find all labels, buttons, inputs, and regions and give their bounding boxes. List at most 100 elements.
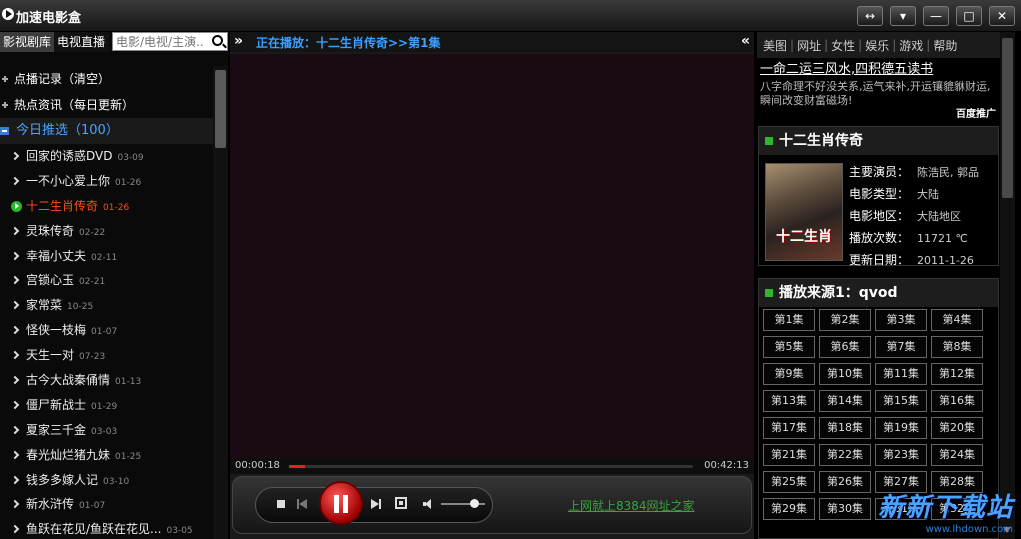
list-item[interactable]: 宫锁心玉 02-21 <box>0 268 213 293</box>
source-title: 播放来源1：qvod <box>779 285 898 301</box>
episode-button[interactable]: 第23集 <box>875 444 927 466</box>
scrollbar-thumb[interactable] <box>1002 38 1013 198</box>
search-box <box>112 32 228 51</box>
menu-button[interactable]: ▾ <box>890 6 916 26</box>
episode-button[interactable]: 第13集 <box>763 390 815 412</box>
list-item[interactable]: 古今大战秦俑情 01-13 <box>0 368 213 393</box>
nav-pictures[interactable]: 美图 <box>763 37 787 54</box>
video-area[interactable] <box>230 54 754 458</box>
episode-button[interactable]: 第22集 <box>819 444 871 466</box>
episode-button[interactable]: 第8集 <box>931 336 983 358</box>
ad-link[interactable]: 上网就上8384网址之家 <box>568 497 695 514</box>
nav-games[interactable]: 游戏 <box>899 37 923 54</box>
next-icon[interactable] <box>371 499 381 509</box>
episode-button[interactable]: 第20集 <box>931 417 983 439</box>
list-item[interactable]: 怪侠一枝梅 01-07 <box>0 318 213 343</box>
scrollbar-thumb[interactable] <box>215 70 226 148</box>
show-title-header: 十二生肖传奇 <box>759 127 998 155</box>
item-title: 僵尸新战士 <box>26 397 87 412</box>
episode-button[interactable]: 第17集 <box>763 417 815 439</box>
collapse-right-panel-button[interactable]: « <box>741 32 750 50</box>
episode-button[interactable]: 第6集 <box>819 336 871 358</box>
list-item[interactable]: 回家的诱惑DVD 03-09 <box>0 144 213 169</box>
episode-button[interactable]: 第2集 <box>819 309 871 331</box>
chevron-right-icon <box>10 276 20 285</box>
volume-icon[interactable] <box>423 499 433 509</box>
episode-button[interactable]: 第10集 <box>819 363 871 385</box>
nav-separator: | <box>790 38 795 52</box>
nav-help[interactable]: 帮助 <box>933 37 957 54</box>
episode-button[interactable]: 第25集 <box>763 471 815 493</box>
app-play-icon <box>2 8 14 20</box>
ad-title[interactable]: 一命二运三风水,四积德五读书 <box>760 62 1000 78</box>
episode-button[interactable]: 第18集 <box>819 417 871 439</box>
poster-title: 十二生肖 <box>776 229 832 245</box>
chevron-right-icon <box>10 475 20 484</box>
list-item-playing[interactable]: 十二生肖传奇 01-26 <box>0 194 213 219</box>
pin-button[interactable]: ↔ <box>857 6 883 26</box>
episode-button[interactable]: 第9集 <box>763 363 815 385</box>
meta-key: 播放次数： <box>849 231 910 245</box>
expand-left-panel-button[interactable]: » <box>234 32 243 50</box>
episode-button[interactable]: 第30集 <box>819 498 871 520</box>
source-header: 播放来源1：qvod <box>759 279 998 307</box>
list-item[interactable]: 新水浒传 01-07 <box>0 492 213 517</box>
search-icon[interactable] <box>212 35 223 46</box>
nav-sites[interactable]: 网址 <box>797 37 821 54</box>
list-item[interactable]: 钱多多嫁人记 03-10 <box>0 468 213 493</box>
previous-icon[interactable] <box>297 499 307 509</box>
episode-button[interactable]: 第26集 <box>819 471 871 493</box>
progress-track[interactable] <box>289 465 693 468</box>
list-item[interactable]: 灵珠传奇 02-22 <box>0 219 213 244</box>
close-button[interactable]: ✕ <box>989 6 1015 26</box>
list-item[interactable]: 一不小心爱上你 01-26 <box>0 169 213 194</box>
episode-button[interactable]: 第5集 <box>763 336 815 358</box>
list-item[interactable]: 幸福小丈夫 02-11 <box>0 244 213 269</box>
episode-button[interactable]: 第24集 <box>931 444 983 466</box>
maximize-button[interactable]: □ <box>956 6 982 26</box>
minimize-button[interactable]: — <box>923 6 949 26</box>
item-date: 01-07 <box>91 327 118 338</box>
episode-button[interactable]: 第15集 <box>875 390 927 412</box>
tab-video-library[interactable]: 影视剧库 <box>0 32 54 52</box>
item-title: 宫锁心玉 <box>26 273 75 288</box>
search-input[interactable] <box>113 33 205 50</box>
ad-box[interactable]: 一命二运三风水,四积德五读书 八字命理不好没关系,运气来补,开运镶貔貅财运,瞬间… <box>760 62 1000 122</box>
list-item[interactable]: 鱼跃在花见/鱼跃在花见... 03-05 <box>0 517 213 539</box>
chevron-right-icon <box>10 425 20 435</box>
section-play-history[interactable]: 点播记录（清空） <box>0 66 213 92</box>
nav-separator: | <box>892 38 897 52</box>
nav-women[interactable]: 女性 <box>831 37 855 54</box>
left-scrollbar[interactable] <box>213 66 228 539</box>
episode-button[interactable]: 第1集 <box>763 309 815 331</box>
fullscreen-icon[interactable] <box>395 497 407 509</box>
chevron-right-icon <box>10 375 20 385</box>
volume-knob[interactable] <box>470 499 479 508</box>
tab-tv-live[interactable]: 电视直播 <box>54 32 109 52</box>
episode-button[interactable]: 第3集 <box>875 309 927 331</box>
list-item[interactable]: 家常菜 10-25 <box>0 293 213 318</box>
episode-button[interactable]: 第4集 <box>931 309 983 331</box>
episode-button[interactable]: 第7集 <box>875 336 927 358</box>
list-item[interactable]: 僵尸新战士 01-29 <box>0 393 213 418</box>
stop-icon[interactable] <box>277 500 285 508</box>
nav-entertainment[interactable]: 娱乐 <box>865 37 889 54</box>
section-today-picks[interactable]: 今日推选（100） <box>0 118 213 144</box>
right-scrollbar[interactable] <box>1000 32 1015 539</box>
pause-button[interactable] <box>319 481 363 525</box>
list-item[interactable]: 夏家三千金 03-03 <box>0 418 213 443</box>
episode-button[interactable]: 第14集 <box>819 390 871 412</box>
episode-button[interactable]: 第16集 <box>931 390 983 412</box>
episode-button[interactable]: 第29集 <box>763 498 815 520</box>
watermark-url: www.lhdown.com <box>925 524 1013 535</box>
episode-button[interactable]: 第19集 <box>875 417 927 439</box>
expand-icon <box>2 102 8 108</box>
meta-key: 更新日期： <box>849 253 910 267</box>
episode-button[interactable]: 第21集 <box>763 444 815 466</box>
list-item[interactable]: 春光灿烂猪九妹 01-25 <box>0 443 213 468</box>
item-date: 03-05 <box>166 526 193 537</box>
list-item[interactable]: 天生一对 07-23 <box>0 343 213 368</box>
section-hot-news[interactable]: 热点资讯（每日更新） <box>0 92 213 118</box>
episode-button[interactable]: 第11集 <box>875 363 927 385</box>
episode-button[interactable]: 第12集 <box>931 363 983 385</box>
